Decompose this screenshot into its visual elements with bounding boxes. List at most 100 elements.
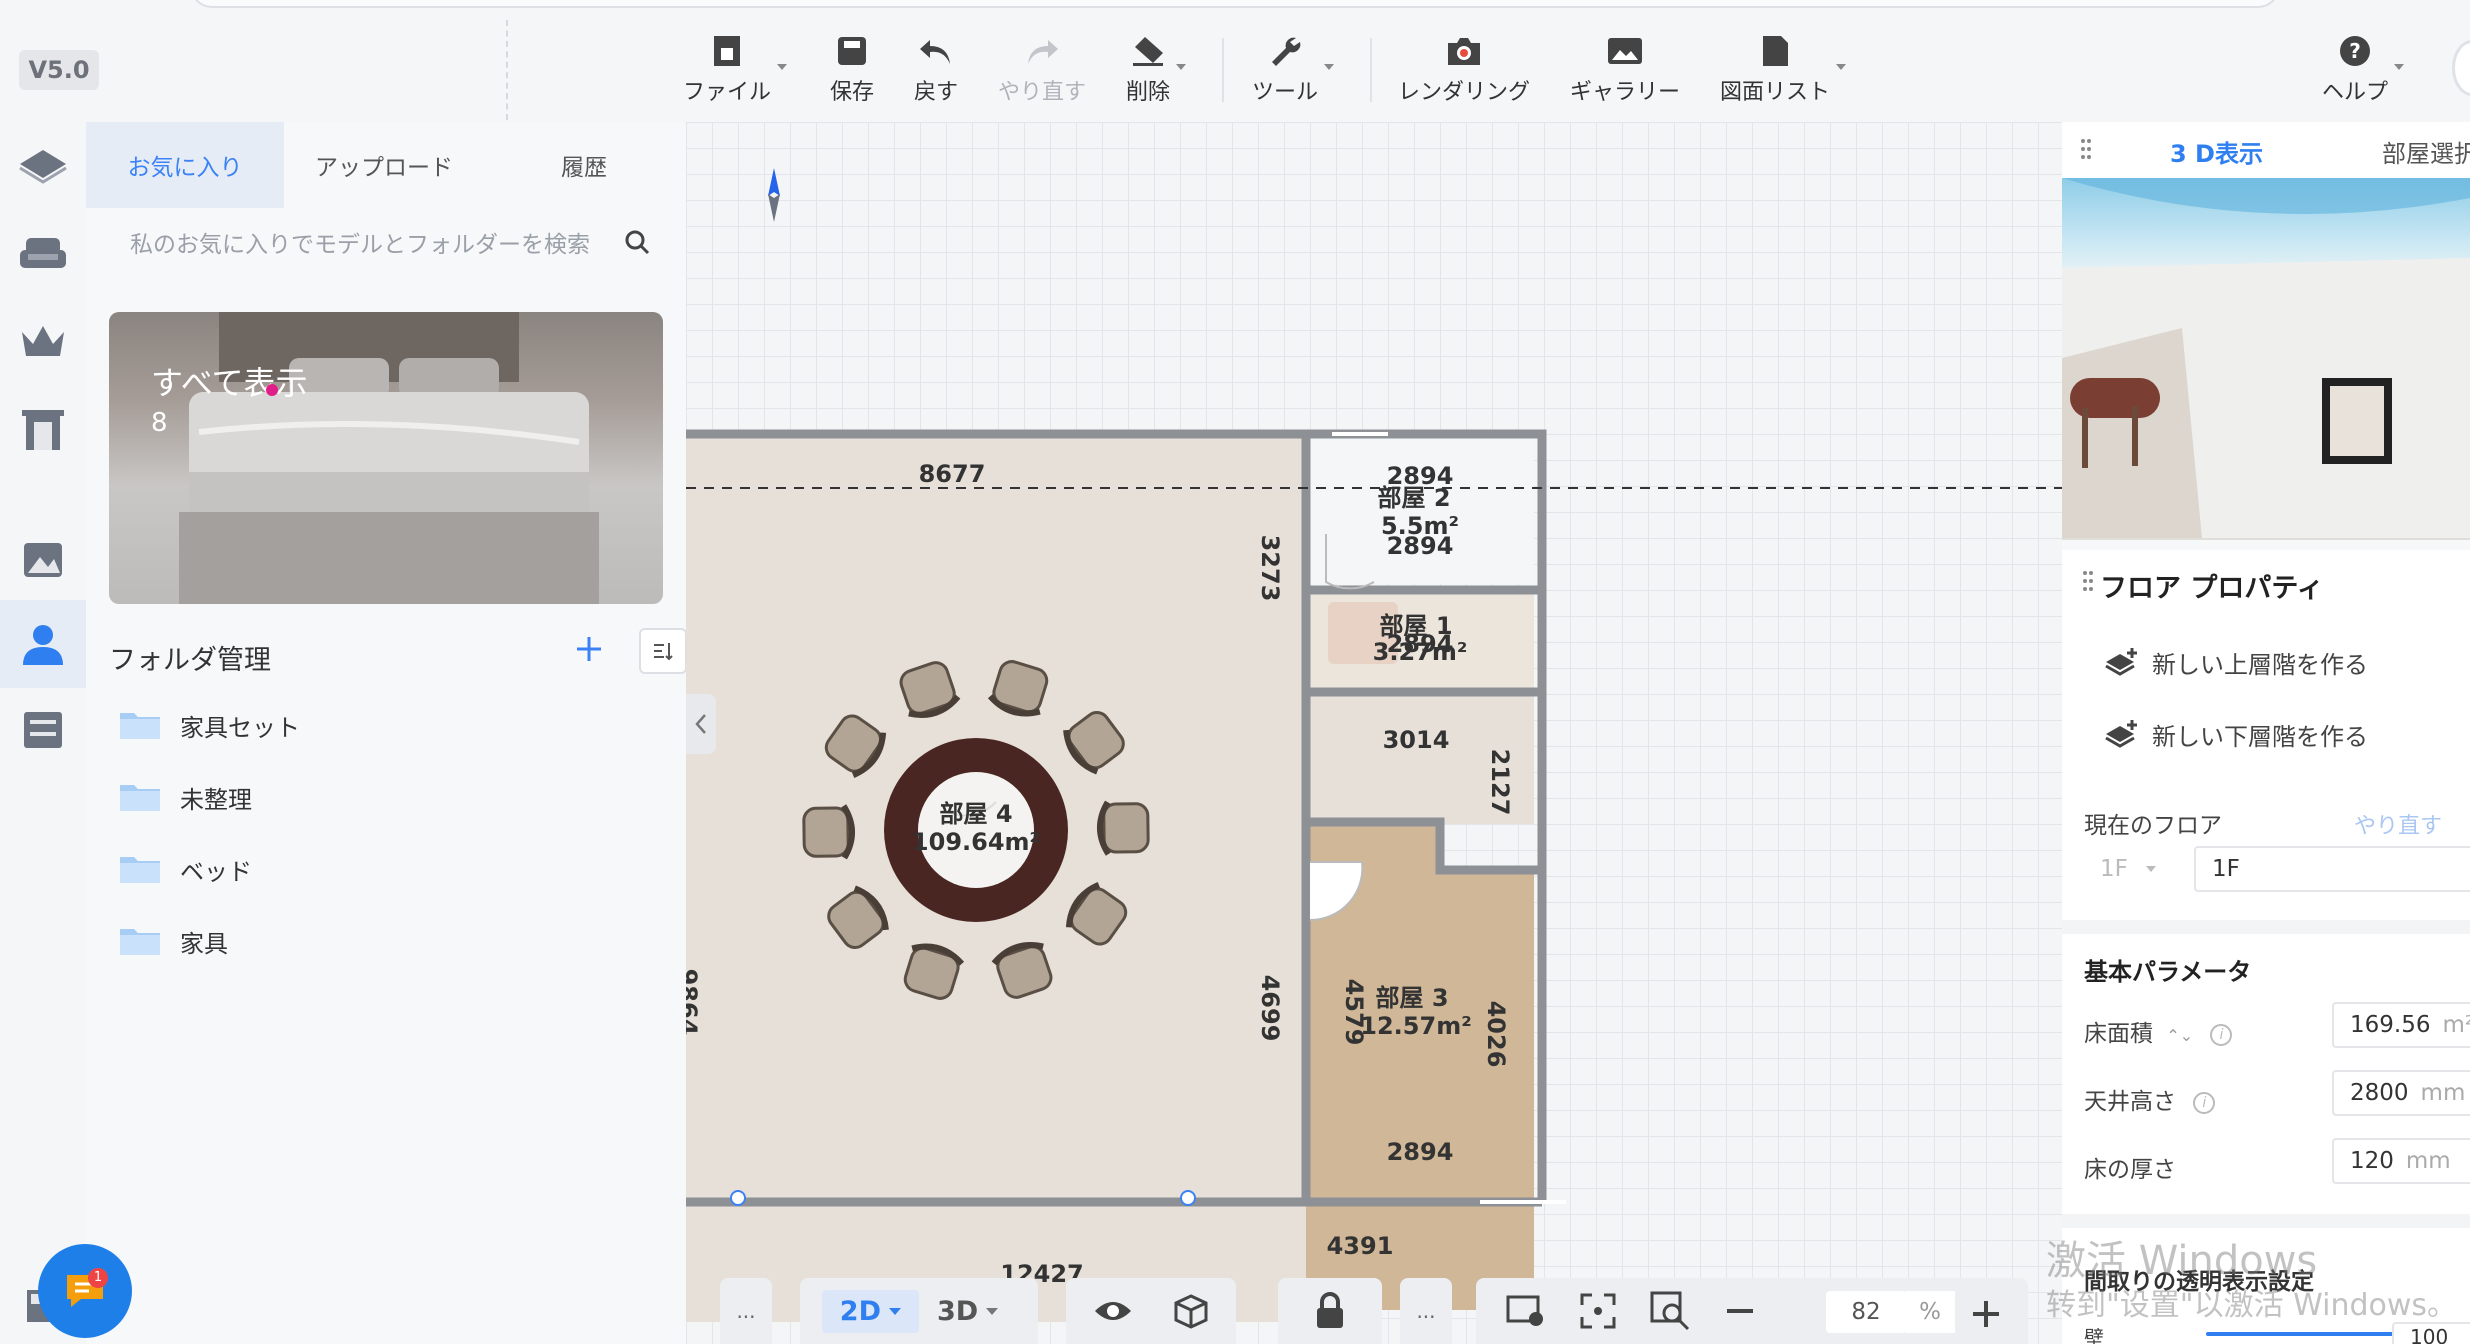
rail-my-favorites[interactable] bbox=[0, 600, 86, 688]
zoom-input[interactable]: 82 bbox=[1826, 1291, 1906, 1333]
file-button[interactable]: ファイル bbox=[683, 30, 788, 110]
chair[interactable] bbox=[802, 804, 856, 860]
dimension-label: 8677 bbox=[919, 460, 986, 488]
floor-thickness-input[interactable]: 120 mm bbox=[2332, 1138, 2470, 1184]
rail-floorplan[interactable] bbox=[0, 122, 86, 210]
zoom-area-icon[interactable] bbox=[1650, 1291, 1690, 1331]
rail-storage[interactable] bbox=[0, 686, 86, 774]
help-icon: ? bbox=[2338, 30, 2372, 72]
tools-label: ツール bbox=[1252, 80, 1319, 105]
delete-label: 削除 bbox=[1126, 80, 1171, 105]
windows-activation-watermark: 激活 Windows bbox=[2046, 1238, 2318, 1284]
collapse-panel-button[interactable] bbox=[686, 694, 716, 754]
rail-premium[interactable] bbox=[0, 298, 86, 386]
lock-button[interactable] bbox=[1278, 1278, 1382, 1344]
more-label: ... bbox=[1416, 1299, 1436, 1323]
more-button[interactable]: ... bbox=[720, 1278, 772, 1344]
more-button[interactable]: ... bbox=[1400, 1278, 1452, 1344]
door-icon bbox=[22, 410, 64, 450]
folder-label: 未整理 bbox=[180, 785, 252, 814]
help-button[interactable]: ? ヘルプ bbox=[2322, 30, 2405, 110]
svg-text:?: ? bbox=[2349, 39, 2361, 63]
folder-icon bbox=[120, 711, 160, 739]
zoom-in-button[interactable] bbox=[1966, 1294, 2006, 1334]
gallery-button[interactable]: ギャラリー bbox=[1570, 30, 1680, 110]
floor-area-input[interactable]: 169.56 m² bbox=[2332, 1002, 2470, 1048]
right-tabs: 3 D表示 部屋選択 bbox=[2062, 122, 2470, 178]
screen-settings-icon[interactable] bbox=[1506, 1293, 1546, 1329]
zoom-out-icon[interactable] bbox=[1724, 1295, 1756, 1327]
bed-thumbnail bbox=[179, 312, 599, 604]
folder-item[interactable]: 未整理 bbox=[120, 774, 252, 820]
camera-icon bbox=[1445, 30, 1483, 72]
rail-materials[interactable] bbox=[0, 516, 86, 604]
chevron-down-icon bbox=[1176, 64, 1187, 70]
eye-icon[interactable] bbox=[1093, 1297, 1133, 1325]
search-input[interactable]: 私のお気に入りでモデルとフォルダーを検索 bbox=[130, 225, 600, 259]
tab-upload[interactable]: アップロード bbox=[284, 122, 484, 208]
3d-preview[interactable] bbox=[2062, 178, 2470, 540]
wall-handle[interactable] bbox=[1180, 1190, 1196, 1206]
cube-icon[interactable] bbox=[1173, 1293, 1209, 1329]
redo-link[interactable]: やり直す bbox=[2354, 808, 2442, 840]
file-icon bbox=[712, 30, 742, 72]
floor-name-input[interactable]: 1F bbox=[2194, 846, 2470, 892]
view-3d-label: 3D bbox=[937, 1295, 979, 1327]
fit-screen-icon[interactable] bbox=[1580, 1293, 1616, 1329]
tools-button[interactable]: ツール bbox=[1252, 30, 1335, 110]
plus-icon bbox=[1973, 1301, 1999, 1327]
folder-item[interactable]: 家具セット bbox=[120, 702, 300, 748]
delete-button[interactable]: 削除 bbox=[1126, 30, 1187, 110]
rendering-button[interactable]: レンダリング bbox=[1398, 30, 1530, 110]
undo-button[interactable]: 戻す bbox=[914, 30, 958, 110]
tab-room-select[interactable]: 部屋選択 bbox=[2382, 134, 2470, 169]
wall-handle[interactable] bbox=[730, 1190, 746, 1206]
ceiling-height-input[interactable]: 2800 mm bbox=[2332, 1070, 2470, 1116]
save-button[interactable]: 保存 bbox=[830, 30, 874, 110]
dimension-label: 4026 bbox=[1482, 1001, 1510, 1068]
floor-area-value: 169.56 bbox=[2350, 1012, 2431, 1038]
new-lower-floor-button[interactable]: 新しい下層階を作る bbox=[2104, 714, 2368, 754]
chat-button[interactable] bbox=[38, 1244, 132, 1338]
floor-select[interactable]: 1F bbox=[2084, 846, 2180, 892]
search-icon[interactable] bbox=[624, 229, 650, 255]
tab-history[interactable]: 履歴 bbox=[484, 122, 684, 208]
view-2d-button[interactable]: 2D bbox=[821, 1289, 919, 1333]
room-3-name: 部屋 3 bbox=[1375, 984, 1448, 1012]
new-upper-floor-button[interactable]: 新しい上層階を作る bbox=[2104, 642, 2368, 682]
wall-opacity-value: 100 bbox=[2410, 1325, 2449, 1344]
rail-furniture[interactable] bbox=[0, 210, 86, 298]
floorplan-canvas[interactable]: 部屋 2 5.5m² 部屋 1 3.27m² 部屋 4 109.64m² 部屋 … bbox=[686, 122, 2062, 1344]
image-icon bbox=[1606, 30, 1644, 72]
folder-item[interactable]: ベッド bbox=[120, 846, 252, 892]
chevron-down-icon bbox=[1836, 64, 1847, 70]
search-field[interactable]: 私のお気に入りでモデルとフォルダーを検索 bbox=[130, 222, 650, 262]
ceiling-unit: mm bbox=[2420, 1080, 2466, 1106]
sort-button[interactable] bbox=[639, 628, 687, 674]
floor-name-value: 1F bbox=[2212, 856, 2240, 882]
floorplan-drawing[interactable]: 部屋 2 5.5m² 部屋 1 3.27m² 部屋 4 109.64m² 部屋 … bbox=[686, 122, 2062, 1344]
dimension-label: 2894 bbox=[1387, 532, 1454, 560]
avatar[interactable] bbox=[2452, 40, 2470, 96]
chair[interactable] bbox=[1096, 800, 1150, 856]
drag-handle-icon[interactable] bbox=[2080, 138, 2092, 164]
redo-button[interactable]: やり直す bbox=[998, 30, 1086, 110]
drawing-list-button[interactable]: 図面リスト bbox=[1720, 30, 1847, 110]
current-floor-label: 現在のフロア bbox=[2084, 813, 2222, 839]
tab-favorites[interactable]: お気に入り bbox=[86, 122, 284, 208]
dimension-label: 4699 bbox=[1256, 975, 1284, 1042]
favorites-card[interactable]: すべて表示 8 bbox=[109, 312, 663, 604]
section-divider bbox=[2062, 1214, 2470, 1228]
info-icon[interactable]: i bbox=[2193, 1091, 2216, 1114]
right-panel: 3 D表示 部屋選択 フロア プロパティ 新しい上層階を作る 新しい下層階を作る… bbox=[2062, 122, 2470, 1344]
wall-opacity-input[interactable]: 100 bbox=[2392, 1322, 2470, 1344]
sort-arrows-icon[interactable]: ⌃⌄ bbox=[2166, 1026, 2193, 1045]
folder-item[interactable]: 家具 bbox=[120, 918, 228, 964]
rail-doors[interactable] bbox=[0, 386, 86, 474]
add-folder-button[interactable] bbox=[569, 632, 609, 672]
chevron-down-icon bbox=[986, 1307, 999, 1315]
info-icon[interactable]: i bbox=[2210, 1023, 2233, 1046]
view-3d-button[interactable]: 3D bbox=[919, 1290, 1016, 1333]
drag-handle-icon[interactable] bbox=[2082, 570, 2094, 596]
tab-3d-view[interactable]: 3 D表示 bbox=[2170, 134, 2263, 169]
